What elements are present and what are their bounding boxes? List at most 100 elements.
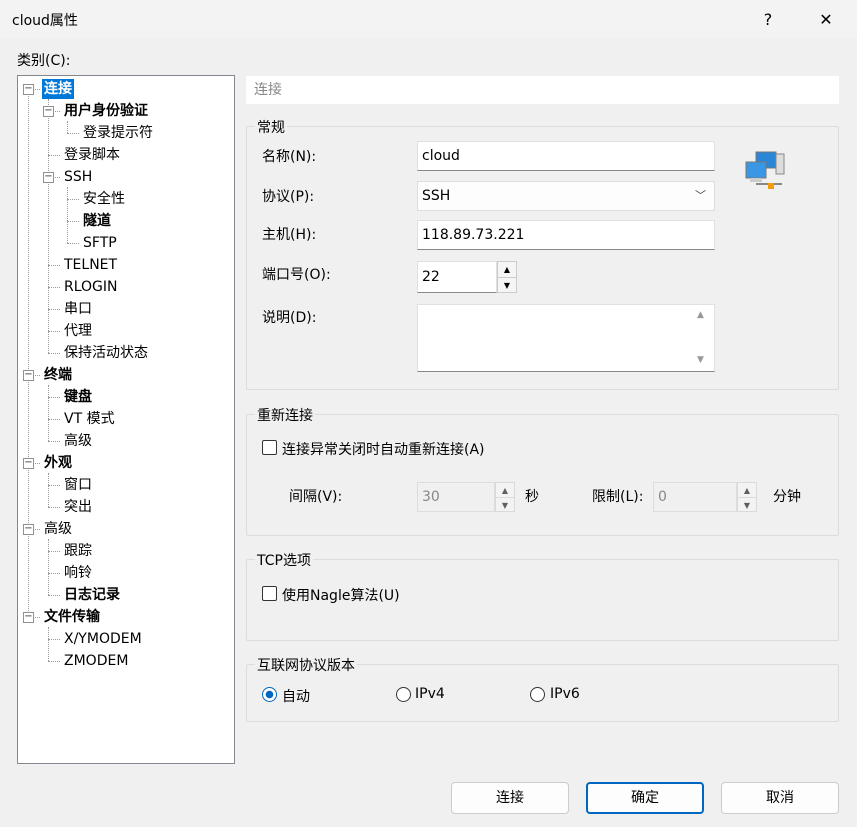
help-button[interactable]: ? (748, 4, 788, 34)
protocol-label: 协议(P): (262, 189, 315, 205)
tree-connector (48, 99, 49, 353)
description-textarea[interactable] (417, 304, 715, 372)
limit-spinner[interactable]: ▲ ▼ (737, 482, 757, 512)
interval-label: 间隔(V): (289, 489, 343, 505)
interval-spinner[interactable]: ▲ ▼ (495, 482, 515, 512)
spin-down-icon[interactable]: ▼ (498, 278, 516, 293)
spin-up-icon[interactable]: ▲ (498, 262, 516, 278)
tree-connector (67, 199, 79, 200)
tree-item[interactable]: 跟踪 (62, 541, 94, 561)
limit-unit: 分钟 (773, 489, 801, 505)
limit-input[interactable]: 0 (653, 482, 737, 512)
tree-item[interactable]: 高级 (62, 431, 94, 451)
tree-item[interactable]: RLOGIN (62, 277, 120, 297)
collapse-icon[interactable]: − (23, 458, 34, 469)
nagle-checkbox[interactable] (262, 586, 277, 601)
tree-connector (48, 287, 60, 288)
tree-item[interactable]: SFTP (81, 233, 119, 253)
tree-item[interactable]: 外观 (42, 453, 74, 473)
tree-item[interactable]: ZMODEM (62, 651, 130, 671)
tree-item[interactable]: 隧道 (81, 211, 113, 231)
tree-connector (48, 385, 49, 441)
tree-item[interactable]: 连接 (42, 79, 74, 99)
scroll-up-icon[interactable]: ▲ (697, 310, 704, 320)
reconnect-group: 重新连接 (246, 405, 839, 536)
connect-button[interactable]: 连接 (451, 782, 569, 814)
tree-connector (48, 155, 60, 156)
tree-connector (67, 187, 68, 243)
tree-item[interactable]: 突出 (62, 497, 94, 517)
tree-connector (48, 573, 60, 574)
spin-up-icon[interactable]: ▲ (738, 483, 756, 498)
tree-connector (48, 539, 49, 595)
tree-connector (48, 419, 60, 420)
tree-item[interactable]: 终端 (42, 365, 74, 385)
tree-item[interactable]: 窗口 (62, 475, 94, 495)
interval-unit: 秒 (525, 489, 539, 505)
tree-connector (48, 595, 60, 596)
tree-item[interactable]: 用户身份验证 (62, 101, 150, 121)
tree-item[interactable]: TELNET (62, 255, 119, 275)
tree-connector (48, 265, 60, 266)
collapse-icon[interactable]: − (43, 172, 54, 183)
ip-auto-radio[interactable] (262, 687, 277, 702)
network-computers-icon (744, 150, 790, 196)
collapse-icon[interactable]: − (23, 370, 34, 381)
name-input[interactable]: cloud (417, 141, 715, 171)
protocol-value: SSH (422, 188, 451, 204)
general-title: 常规 (255, 117, 287, 137)
tree-connector (28, 89, 29, 617)
auto-reconnect-label: 连接异常关闭时自动重新连接(A) (282, 442, 485, 458)
tree-item[interactable]: 高级 (42, 519, 74, 539)
description-label: 说明(D): (262, 310, 317, 326)
limit-label: 限制(L): (592, 489, 644, 505)
tree-item[interactable]: VT 模式 (62, 409, 117, 429)
spin-down-icon[interactable]: ▼ (496, 498, 514, 512)
tree-item[interactable]: 键盘 (62, 387, 94, 407)
tree-item[interactable]: SSH (62, 167, 94, 187)
collapse-icon[interactable]: − (43, 106, 54, 117)
tree-connector (48, 309, 60, 310)
title-bar (0, 0, 857, 38)
tree-item[interactable]: X/YMODEM (62, 629, 144, 649)
tree-item[interactable]: 文件传输 (42, 607, 102, 627)
tree-item[interactable]: 日志记录 (62, 585, 122, 605)
tree-item[interactable]: 登录脚本 (62, 145, 122, 165)
reconnect-title: 重新连接 (255, 405, 315, 425)
protocol-select[interactable]: SSH ﹀ (417, 181, 715, 211)
spin-up-icon[interactable]: ▲ (496, 483, 514, 498)
collapse-icon[interactable]: − (23, 612, 34, 623)
close-button[interactable]: ✕ (806, 4, 846, 34)
ip-version-title: 互联网协议版本 (255, 655, 357, 675)
category-label: 类别(C): (17, 53, 71, 69)
tree-connector (48, 353, 60, 354)
port-input[interactable]: 22 (417, 261, 497, 293)
auto-reconnect-checkbox[interactable] (262, 440, 277, 455)
ipv6-radio[interactable] (530, 687, 545, 702)
tree-connector (67, 133, 79, 134)
tree-connector (48, 507, 60, 508)
tree-item[interactable]: 登录提示符 (81, 123, 155, 143)
collapse-icon[interactable]: − (23, 524, 34, 535)
spin-down-icon[interactable]: ▼ (738, 498, 756, 512)
window-title: cloud属性 (12, 13, 78, 29)
tree-item[interactable]: 安全性 (81, 189, 127, 209)
ipv4-radio[interactable] (396, 687, 411, 702)
panel-header: 连接 (246, 76, 839, 104)
tree-item[interactable]: 代理 (62, 321, 94, 341)
tree-item[interactable]: 响铃 (62, 563, 94, 583)
tree-connector (48, 551, 60, 552)
ok-button[interactable]: 确定 (586, 782, 704, 814)
host-input[interactable]: 118.89.73.221 (417, 220, 715, 250)
tree-item[interactable]: 保持活动状态 (62, 343, 150, 363)
tree-connector (48, 441, 60, 442)
tree-connector (48, 661, 60, 662)
name-label: 名称(N): (262, 149, 317, 165)
category-tree[interactable]: 连接 − 用户身份验证 − 登录提示符 登录脚本 SSH − 安全性 隧道 SFTP TELNET RL… (17, 75, 235, 764)
cancel-button[interactable]: 取消 (721, 782, 839, 814)
interval-input[interactable]: 30 (417, 482, 495, 512)
port-spinner[interactable]: ▲ ▼ (497, 261, 517, 293)
tree-item[interactable]: 串口 (62, 299, 94, 319)
scroll-down-icon[interactable]: ▼ (697, 355, 704, 365)
collapse-icon[interactable]: − (23, 84, 34, 95)
